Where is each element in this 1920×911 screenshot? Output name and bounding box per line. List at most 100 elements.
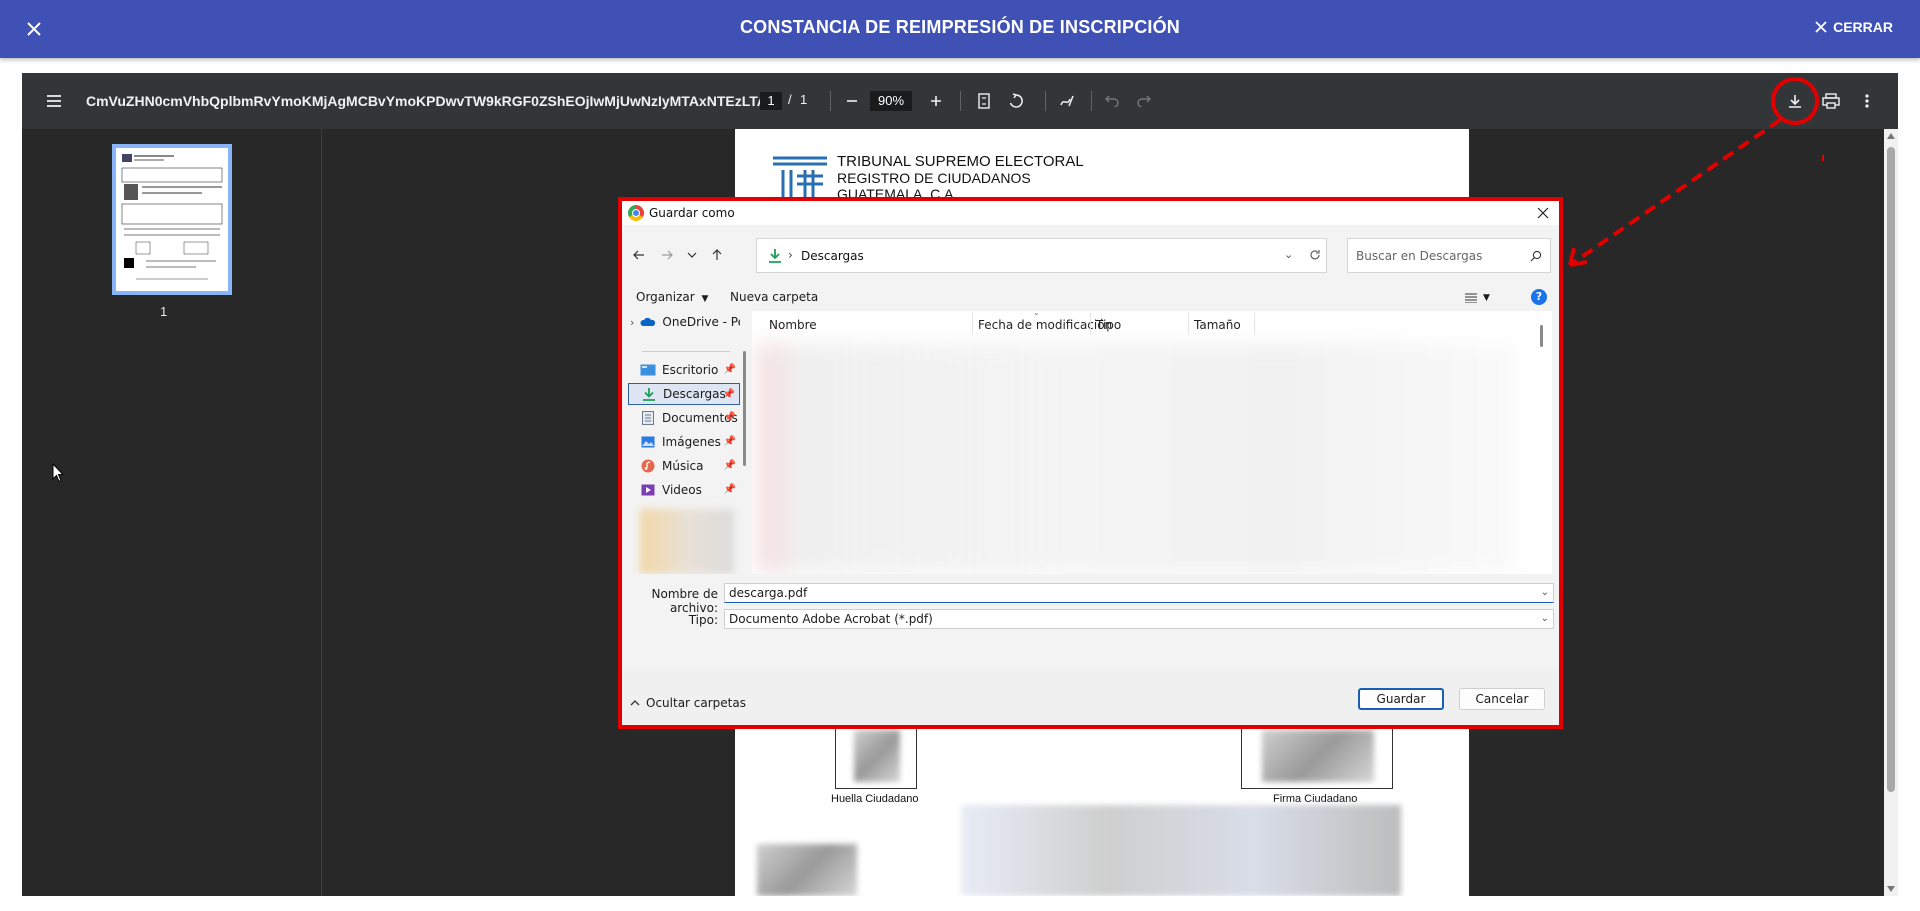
fingerprint-box [835,727,917,789]
nav-item-downloads[interactable]: Descargas 📌 [628,383,740,405]
search-box[interactable] [1347,238,1551,273]
dialog-titlebar: Guardar como [622,201,1559,225]
cancel-button[interactable]: Cancelar [1459,688,1545,710]
recent-locations-icon[interactable] [683,246,701,264]
column-divider [1090,313,1091,335]
view-options-button[interactable]: ▼ [1465,290,1499,306]
nav-item-label: OneDrive - Persor [662,315,740,329]
nav-item-music[interactable]: Música 📌 [628,455,740,477]
dialog-title: Guardar como [649,206,735,220]
nav-item-label: Imágenes [662,435,721,449]
save-button[interactable]: Guardar [1358,688,1444,710]
filetype-dropdown-icon[interactable]: ⌄ [1541,610,1549,628]
close-button[interactable]: CERRAR [1815,19,1893,35]
nav-item-label: Descargas [663,387,726,401]
nav-item-desktop[interactable]: Escritorio 📌 [628,359,740,381]
zoom-out-icon[interactable] [840,89,864,113]
column-header-type[interactable]: Tipo [1096,311,1121,339]
column-divider [1188,313,1189,335]
redacted-folder-preview [640,509,734,574]
filename-dropdown-icon[interactable]: ⌄ [1541,584,1549,602]
expand-chevron-icon[interactable]: › [630,316,634,329]
search-input[interactable] [1356,248,1516,264]
address-bar[interactable]: › Descargas ⌄ [756,238,1327,273]
page-thumbnail[interactable] [112,144,232,295]
nav-item-onedrive[interactable]: › OneDrive - Persor [628,311,740,333]
hide-folders-toggle[interactable]: Ocultar carpetas [630,696,746,710]
help-icon[interactable]: ? [1531,289,1547,305]
nav-divider [642,351,730,352]
redacted-photo [757,844,857,896]
organize-label: Organizar [636,290,695,304]
org-line-1: TRIBUNAL SUPREMO ELECTORAL [837,153,1084,170]
toolbar-divider [960,91,961,111]
document-org-lines: TRIBUNAL SUPREMO ELECTORAL REGISTRO DE C… [837,153,1084,203]
scroll-up-icon[interactable] [1887,133,1895,139]
more-options-icon[interactable] [1855,89,1879,113]
navigation-scrollbar[interactable] [742,311,748,574]
column-header-name[interactable]: Nombre [769,311,817,339]
menu-icon[interactable] [42,89,66,113]
back-arrow-icon[interactable] [630,246,648,264]
up-folder-icon[interactable] [708,246,726,264]
desktop-icon [640,363,656,377]
mouse-cursor-icon [52,463,64,483]
zoom-in-icon[interactable] [924,89,948,113]
fit-page-icon[interactable] [972,89,996,113]
chevron-up-icon [630,700,640,706]
redacted-content [961,805,1401,896]
zoom-input[interactable]: 90% [870,91,912,111]
nav-item-label: Escritorio [662,363,719,377]
filetype-label: Tipo: [688,613,718,627]
thumbnail-sidebar: 1 [22,129,322,896]
download-icon [641,387,657,401]
new-folder-button[interactable]: Nueva carpeta [730,290,818,304]
filetype-select[interactable]: Documento Adobe Acrobat (*.pdf) ⌄ [724,609,1554,629]
pin-icon: 📌 [723,436,736,447]
pin-icon: 📌 [723,460,736,471]
redo-icon[interactable] [1132,89,1156,113]
navigation-scrollbar-thumb[interactable] [743,351,746,466]
nav-item-pictures[interactable]: Imágenes 📌 [628,431,740,453]
print-icon[interactable] [1819,89,1843,113]
dialog-close-icon[interactable] [1533,203,1553,223]
nav-item-documents[interactable]: Documentos 📌 [628,407,740,429]
file-list: Nombre ⌄ Fecha de modificación Tipo Tama… [752,311,1552,574]
scrollbar-thumb[interactable] [1887,147,1895,792]
pictures-icon [640,435,656,449]
rotate-icon[interactable] [1004,89,1028,113]
forward-arrow-icon[interactable] [658,246,676,264]
nav-item-videos[interactable]: Videos 📌 [628,479,740,501]
file-list-scrollbar[interactable] [1540,325,1543,347]
column-header-date[interactable]: Fecha de modificación [978,311,1112,339]
music-icon [640,459,656,473]
toolbar-divider [1091,91,1092,111]
viewer-scrollbar[interactable] [1884,129,1898,896]
tse-logo-icon [773,156,827,198]
page-separator: / [788,92,792,107]
view-list-icon [1465,293,1477,303]
view-dropdown-icon: ▼ [1483,293,1490,303]
address-dropdown-icon[interactable]: ⌄ [1284,248,1293,261]
page-number-input[interactable]: 1 [760,92,782,110]
save-as-dialog: Guardar como › Descargas ⌄ Organizar ▼ [622,201,1559,725]
documents-icon [640,411,656,425]
column-header-size[interactable]: Tamaño [1194,311,1241,339]
thumbnail-page-number: 1 [160,304,168,319]
onedrive-icon [640,315,656,329]
scroll-down-icon[interactable] [1887,886,1895,892]
organize-menu[interactable]: Organizar ▼ [636,290,708,304]
organize-dropdown-icon: ▼ [701,294,709,304]
nav-item-label: Música [662,459,704,473]
undo-icon[interactable] [1100,89,1124,113]
downloads-folder-icon [769,249,781,263]
pin-icon: 📌 [723,484,736,495]
column-divider [1254,313,1255,335]
refresh-icon[interactable] [1307,247,1323,263]
org-line-2: REGISTRO DE CIUDADANOS [837,170,1031,186]
address-location[interactable]: Descargas [801,249,864,263]
navigation-pane: › OneDrive - Persor Escritorio 📌 Descarg… [628,311,740,574]
draw-icon[interactable] [1055,89,1079,113]
search-icon[interactable] [1528,248,1544,264]
filename-field[interactable]: descarga.pdf ⌄ [724,583,1554,603]
